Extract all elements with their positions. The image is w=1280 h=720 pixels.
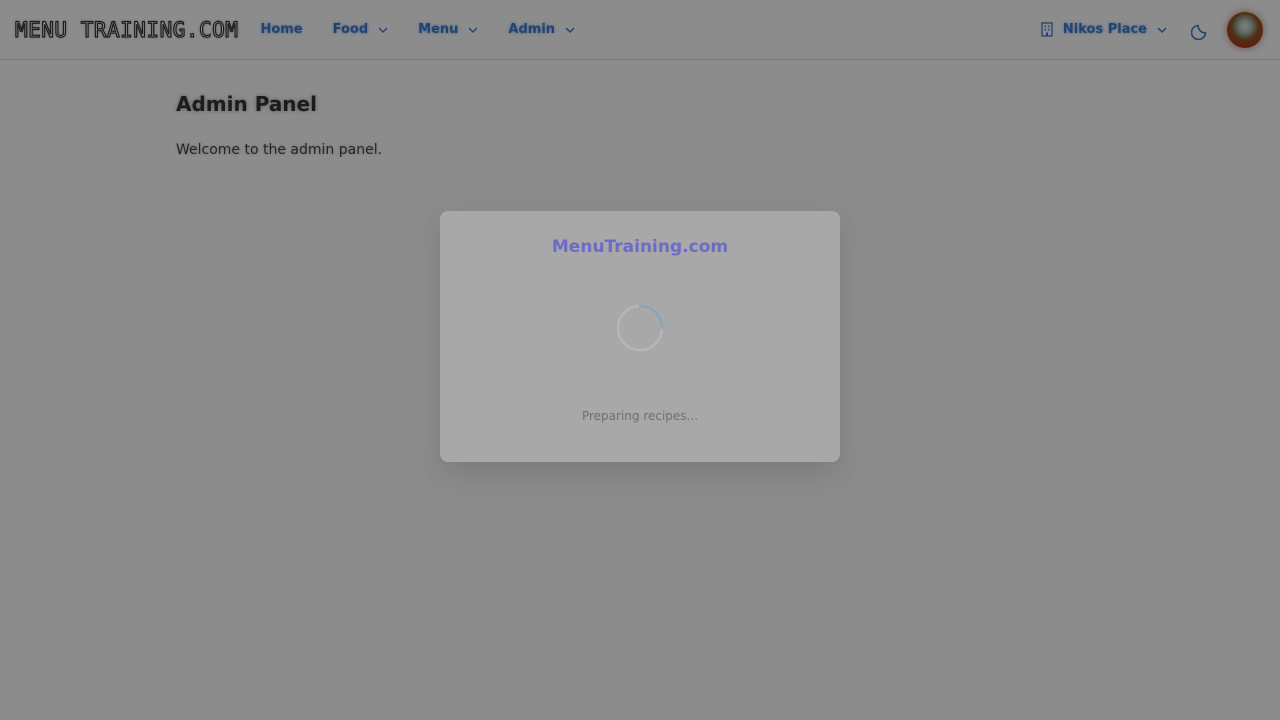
loading-overlay: MenuTraining.com Preparing recipes...: [0, 0, 1280, 720]
loading-spinner-icon: [616, 304, 664, 352]
loading-modal-title: MenuTraining.com: [551, 237, 729, 257]
loading-modal: MenuTraining.com Preparing recipes...: [440, 211, 840, 462]
loading-status-text: Preparing recipes...: [581, 409, 699, 423]
